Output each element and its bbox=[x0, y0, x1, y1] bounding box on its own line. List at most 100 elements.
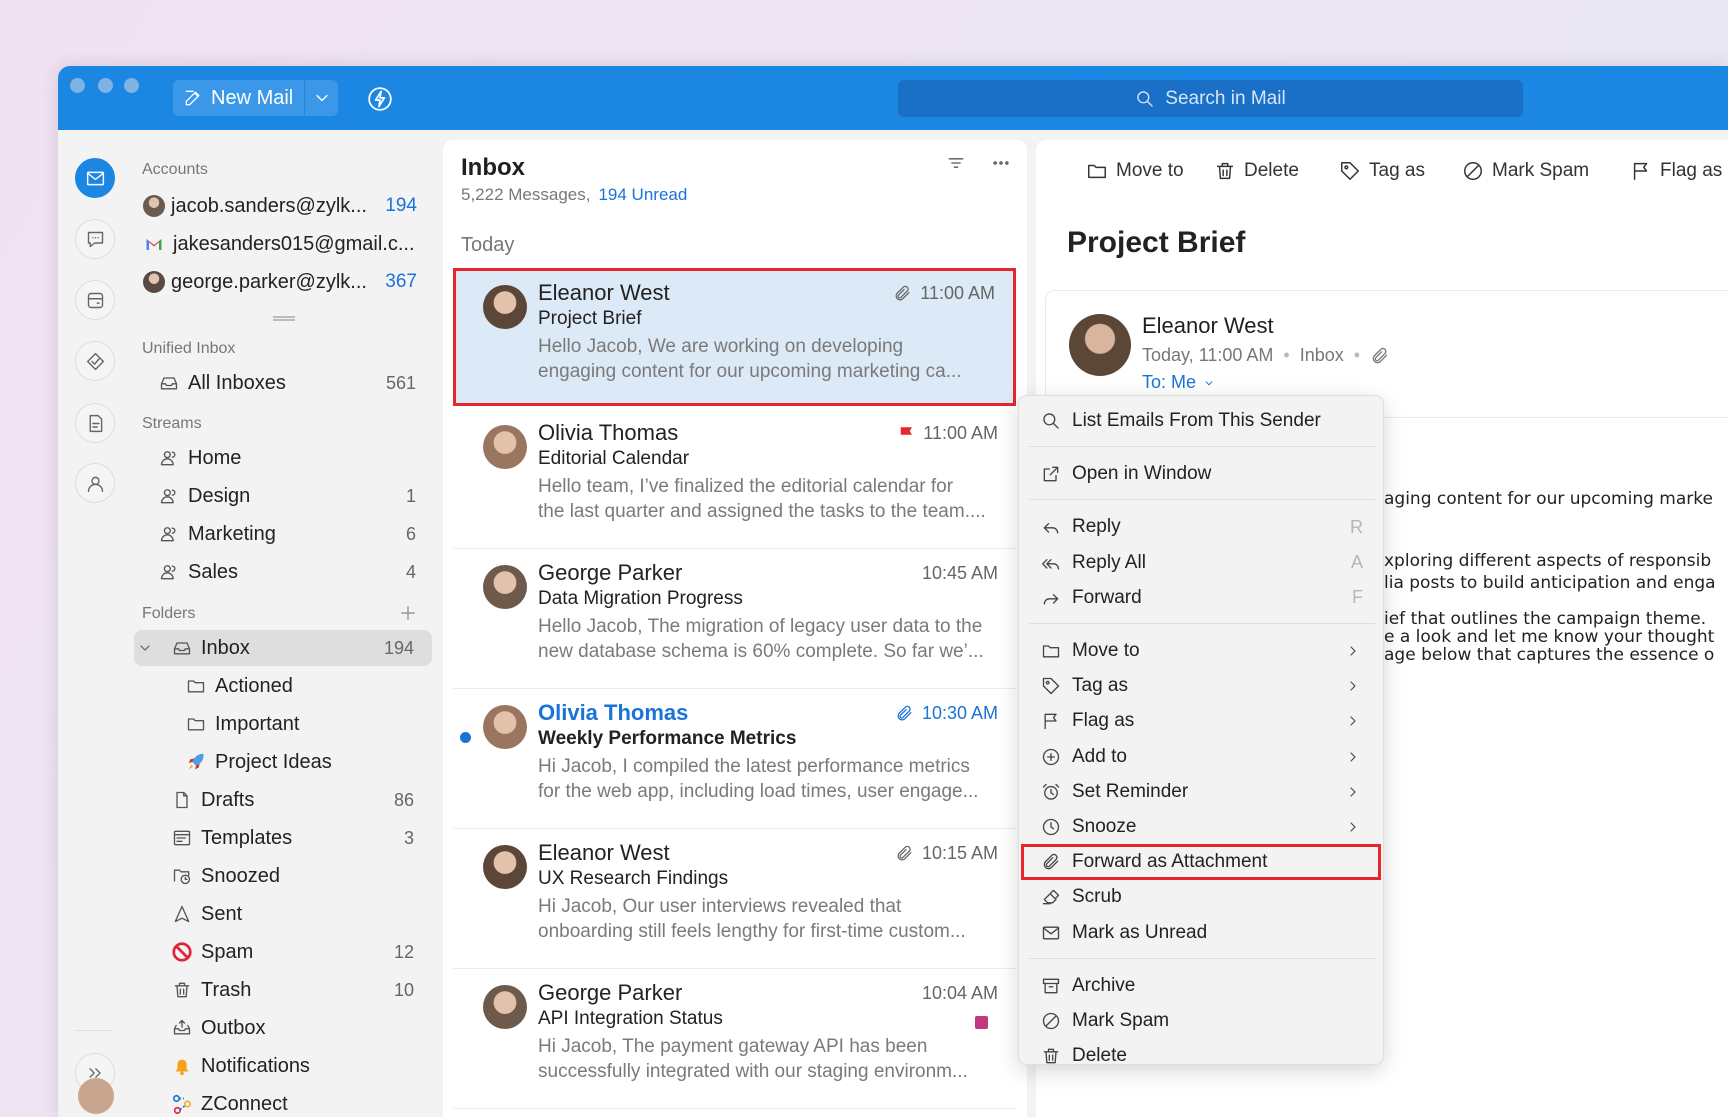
menu-item-open-in-window[interactable]: Open in Window bbox=[1021, 456, 1381, 492]
search-input[interactable]: Search in Mail bbox=[898, 80, 1523, 117]
folder-item-zconnect[interactable]: ZConnect bbox=[171, 1091, 414, 1117]
quick-actions-lightning-icon[interactable] bbox=[367, 86, 393, 112]
folder-item-actioned[interactable]: Actioned bbox=[185, 673, 414, 699]
rail-contacts-button[interactable] bbox=[75, 463, 115, 503]
tasks-icon bbox=[85, 351, 106, 372]
toolbar-flag-as-button[interactable]: Flag as bbox=[1630, 160, 1722, 182]
menu-item-flag-as[interactable]: Flag as bbox=[1021, 703, 1381, 739]
folder-item-drafts[interactable]: Drafts 86 bbox=[171, 787, 414, 813]
menu-item-mark-as-unread[interactable]: Mark as Unread bbox=[1021, 915, 1381, 951]
recipients-toggle[interactable]: To: Me bbox=[1142, 372, 1216, 393]
menu-item-snooze[interactable]: Snooze bbox=[1021, 809, 1381, 845]
menu-item-list-emails-from-this-sender[interactable]: List Emails From This Sender bbox=[1021, 403, 1381, 439]
minimize-window-button[interactable] bbox=[98, 78, 113, 93]
section-header: Streams bbox=[142, 415, 202, 432]
rail-tasks-button[interactable] bbox=[75, 341, 115, 381]
sender-name[interactable]: Eleanor West bbox=[1142, 313, 1274, 339]
menu-item-add-to[interactable]: Add to bbox=[1021, 739, 1381, 775]
unread-count-link[interactable]: 194 Unread bbox=[598, 185, 687, 205]
rail-notes-button[interactable] bbox=[75, 403, 115, 443]
item-count: 561 bbox=[385, 372, 416, 393]
chevron-down-icon[interactable] bbox=[137, 640, 153, 656]
spam-icon bbox=[1041, 1011, 1061, 1031]
message-subject: Weekly Performance Metrics bbox=[538, 728, 797, 749]
contacts-icon bbox=[85, 473, 106, 494]
stream-item-home[interactable]: Home bbox=[158, 440, 416, 476]
menu-item-mark-spam[interactable]: Mark Spam bbox=[1021, 1003, 1381, 1039]
folder-item-notifications[interactable]: Notifications bbox=[171, 1053, 414, 1079]
filter-icon[interactable] bbox=[946, 153, 966, 173]
item-count: 6 bbox=[405, 523, 416, 544]
new-mail-button[interactable]: New Mail bbox=[173, 80, 305, 116]
message-subject: API Integration Status bbox=[538, 1008, 723, 1029]
message-row[interactable]: George Parker API Integration Status Hi Ja… bbox=[453, 968, 1016, 1109]
attachment-icon bbox=[893, 284, 912, 303]
menu-item-reply[interactable]: Reply R bbox=[1021, 509, 1381, 545]
stream-item-sales[interactable]: Sales 4 bbox=[158, 554, 416, 590]
folder-item-sent[interactable]: Sent bbox=[171, 901, 414, 927]
chevron-right-icon bbox=[1345, 643, 1361, 659]
rail-mail-button[interactable] bbox=[75, 158, 115, 198]
menu-item-forward-as-attachment[interactable]: Forward as Attachment bbox=[1021, 844, 1381, 881]
message-row[interactable]: Eleanor West UX Research Findings Hi Jacob… bbox=[453, 828, 1016, 969]
recipients-label: To: Me bbox=[1142, 372, 1197, 392]
more-options-icon[interactable] bbox=[991, 153, 1011, 173]
menu-item-set-reminder[interactable]: Set Reminder bbox=[1021, 774, 1381, 810]
menu-item-label: Snooze bbox=[1072, 816, 1137, 837]
message-count: 5,222 Messages, bbox=[461, 185, 591, 204]
toolbar-delete-button[interactable]: Delete bbox=[1214, 160, 1299, 182]
toolbar-tag-as-button[interactable]: Tag as bbox=[1339, 160, 1425, 182]
close-window-button[interactable] bbox=[70, 78, 85, 93]
new-mail-dropdown-button[interactable] bbox=[305, 80, 338, 116]
flag-icon[interactable] bbox=[897, 425, 915, 443]
folder-item-project-ideas[interactable]: Project Ideas bbox=[185, 749, 414, 775]
toolbar-mark-spam-button[interactable]: Mark Spam bbox=[1462, 160, 1589, 182]
menu-item-reply-all[interactable]: Reply All A bbox=[1021, 545, 1381, 581]
menu-item-delete[interactable]: Delete bbox=[1021, 1038, 1381, 1074]
snoozed-icon bbox=[171, 865, 193, 887]
message-row[interactable]: Olivia Thomas Editorial Calendar Hello tea… bbox=[453, 408, 1016, 549]
user-avatar[interactable] bbox=[78, 1078, 114, 1114]
rail-chat-button[interactable] bbox=[75, 219, 115, 259]
message-subject: Data Migration Progress bbox=[538, 588, 743, 609]
message-row[interactable]: George Parker Data Migration Progress Hell… bbox=[453, 548, 1016, 689]
attachment-icon[interactable] bbox=[1370, 346, 1390, 366]
toolbar-label: Flag as bbox=[1660, 160, 1723, 181]
unified-item-all-inboxes[interactable]: All Inboxes 561 bbox=[158, 365, 416, 401]
shortcut-hint: R bbox=[1350, 516, 1363, 537]
resize-handle[interactable] bbox=[273, 316, 295, 321]
mail-app-window: New Mail Search in Mail Accounts jacob.sa… bbox=[58, 66, 1728, 1117]
folder-item-trash[interactable]: Trash 10 bbox=[171, 977, 414, 1003]
folder-item-outbox[interactable]: Outbox bbox=[171, 1015, 414, 1041]
draft-icon bbox=[171, 789, 193, 811]
menu-item-tag-as[interactable]: Tag as bbox=[1021, 668, 1381, 704]
message-preview-line: engaging content for our upcoming market… bbox=[538, 361, 962, 382]
message-time-wrap: 10:15 AM bbox=[895, 843, 998, 864]
message-preview-line: onboarding still feels lengthy for first… bbox=[538, 921, 966, 942]
account-item[interactable]: jakesanders015@gmail.c... bbox=[143, 226, 417, 262]
account-item[interactable]: jacob.sanders@zylk... 194 bbox=[143, 188, 417, 224]
menu-item-scrub[interactable]: Scrub bbox=[1021, 879, 1381, 915]
menu-item-move-to[interactable]: Move to bbox=[1021, 633, 1381, 669]
menu-item-archive[interactable]: Archive bbox=[1021, 968, 1381, 1004]
folder-item-important[interactable]: Important bbox=[185, 711, 414, 737]
chevron-right-icon bbox=[1345, 784, 1361, 800]
account-item[interactable]: george.parker@zylk... 367 bbox=[143, 264, 417, 300]
menu-item-forward[interactable]: Forward F bbox=[1021, 580, 1381, 616]
item-label: Trash bbox=[201, 978, 252, 1001]
message-row[interactable]: Olivia Thomas Weekly Performance Metrics H… bbox=[453, 688, 1016, 829]
folder-item-snoozed[interactable]: Snoozed bbox=[171, 863, 414, 889]
toolbar-move-to-button[interactable]: Move to bbox=[1086, 160, 1184, 182]
stream-item-marketing[interactable]: Marketing 6 bbox=[158, 516, 416, 552]
section-header: Accounts bbox=[142, 161, 208, 178]
menu-item-label: Set Reminder bbox=[1072, 780, 1189, 802]
spam-icon bbox=[1462, 160, 1484, 182]
folder-item-templates[interactable]: Templates 3 bbox=[171, 825, 414, 851]
folder-item-spam[interactable]: Spam 12 bbox=[171, 939, 414, 965]
folder-item-inbox[interactable]: Inbox 194 bbox=[171, 635, 414, 661]
message-row[interactable]: Eleanor West Project Brief Hello Jacob, We… bbox=[453, 268, 1016, 406]
rail-wallet-button[interactable] bbox=[75, 280, 115, 320]
stream-item-design[interactable]: Design 1 bbox=[158, 478, 416, 514]
zoom-window-button[interactable] bbox=[124, 78, 139, 93]
add-folder-icon[interactable] bbox=[399, 604, 417, 622]
